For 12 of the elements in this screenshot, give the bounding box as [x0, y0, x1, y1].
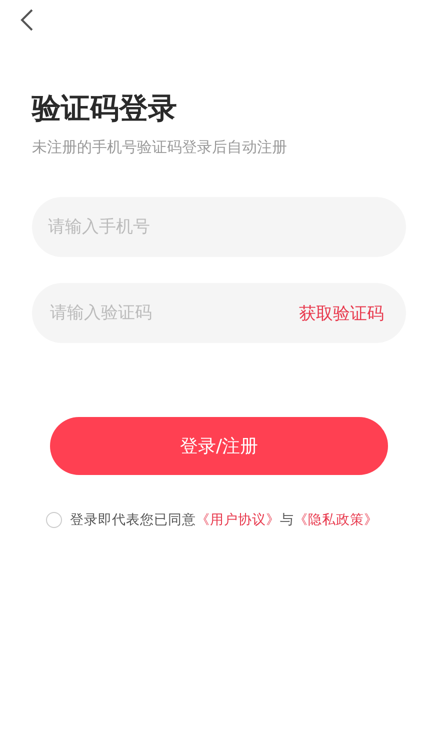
user-agreement-link[interactable]: 《用户协议》 [196, 511, 280, 529]
login-register-button[interactable]: 登录/注册 [50, 417, 388, 475]
agreement-joiner: 与 [280, 511, 294, 529]
agreement-text: 登录即代表您已同意 [70, 511, 196, 529]
privacy-policy-link[interactable]: 《隐私政策》 [294, 511, 378, 529]
agreement-radio[interactable] [46, 512, 62, 528]
get-code-link[interactable]: 获取验证码 [299, 302, 384, 324]
subtitle: 未注册的手机号验证码登录后自动注册 [32, 138, 288, 157]
phone-input-field[interactable]: 请输入手机号 [32, 197, 406, 257]
back-icon[interactable] [20, 8, 34, 32]
code-input-field[interactable]: 请输入验证码 获取验证码 [32, 283, 406, 343]
page-title: 验证码登录 [32, 90, 178, 127]
